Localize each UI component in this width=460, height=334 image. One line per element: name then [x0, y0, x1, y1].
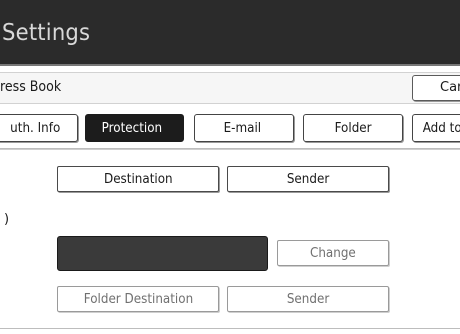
section-header: ress Book Car — [0, 72, 460, 104]
folder-destination-button[interactable]: Folder Destination — [57, 286, 219, 312]
tab-bar: uth. Info Protection E-mail Folder Add t… — [0, 106, 460, 150]
tab-protection[interactable]: Protection — [85, 114, 184, 142]
settings-panel: Settings ress Book Car uth. Info Protect… — [0, 0, 460, 334]
sender-button[interactable]: Sender — [227, 166, 389, 192]
title-underline — [0, 64, 460, 66]
truncated-label-fragment: ) — [4, 212, 10, 227]
tab-auth-info[interactable]: uth. Info — [0, 114, 78, 142]
folder-destination-button-label: Folder Destination — [83, 292, 193, 307]
tab-folder[interactable]: Folder — [303, 114, 403, 142]
change-button-label: Change — [310, 246, 356, 261]
change-button[interactable]: Change — [277, 240, 389, 266]
cancel-button[interactable]: Car — [412, 75, 460, 101]
tab-protection-label: Protection — [101, 121, 163, 136]
bottom-divider — [0, 328, 460, 329]
tab-auth-info-label: uth. Info — [10, 121, 61, 136]
section-label: ress Book — [0, 79, 62, 95]
tab-add-to-label: Add to — [422, 121, 460, 136]
cancel-button-label: Car — [440, 80, 460, 95]
sender-button-secondary-label: Sender — [286, 292, 330, 307]
destination-button-label: Destination — [103, 172, 173, 187]
sender-button-label: Sender — [286, 172, 330, 187]
tab-add-to[interactable]: Add to — [412, 114, 460, 142]
sender-button-secondary[interactable]: Sender — [227, 286, 389, 312]
selected-value-field — [57, 236, 268, 271]
destination-button[interactable]: Destination — [57, 166, 219, 192]
tab-folder-label: Folder — [334, 121, 372, 136]
tab-email[interactable]: E-mail — [194, 114, 294, 142]
page-title: Settings — [2, 20, 91, 46]
title-bar: Settings — [0, 0, 460, 66]
tab-email-label: E-mail — [223, 121, 262, 136]
